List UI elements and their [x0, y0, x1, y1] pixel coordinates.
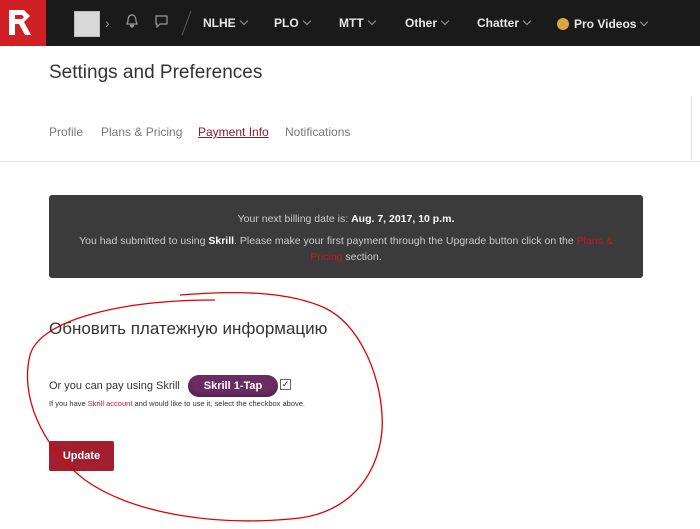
tab-plans-pricing[interactable]: Plans & Pricing [101, 125, 182, 139]
skrill-account-link[interactable]: Skrill account [88, 399, 133, 408]
chevron-down-icon [239, 16, 248, 26]
billing-date-value: Aug. 7, 2017, 10 p.m. [351, 213, 455, 225]
nav-item-pro-videos[interactable]: Pro Videos [557, 16, 649, 31]
billing-date-label: Your next billing date is: [237, 213, 349, 225]
skrill-checkbox[interactable]: ✓ [280, 379, 291, 390]
nav-item-plo[interactable]: PLO [274, 16, 311, 30]
payment-method: Skrill [208, 235, 235, 247]
nav-divider [181, 10, 192, 36]
billing-date-line: Your next billing date is: Aug. 7, 2017,… [49, 213, 643, 225]
update-payment-title: Обновить платежную информацию [49, 319, 328, 338]
billing-notice: Your next billing date is: Aug. 7, 2017,… [49, 195, 643, 278]
tab-profile[interactable]: Profile [49, 125, 83, 139]
page-title: Settings and Preferences [49, 62, 263, 83]
chevron-down-icon [302, 16, 311, 26]
chevron-down-icon [440, 16, 450, 26]
tab-payment-info[interactable]: Payment Info [198, 125, 269, 139]
hint-prefix: If you have [49, 399, 86, 408]
nav-item-chatter[interactable]: Chatter [477, 16, 532, 30]
skrill-1-tap-button[interactable]: Skrill 1-Tap [188, 375, 278, 397]
hint-suffix: and would like to use it, select the che… [134, 399, 306, 408]
method-text: . Please make your first payment through… [234, 235, 574, 247]
logo-icon[interactable] [0, 0, 46, 46]
tab-notifications[interactable]: Notifications [285, 125, 350, 139]
bell-icon[interactable] [126, 14, 138, 32]
method-suffix: section. [345, 251, 382, 263]
update-button[interactable]: Update [49, 441, 114, 471]
nav-item-label: NLHE [203, 16, 236, 30]
chevron-down-icon [522, 16, 532, 26]
tabs-divider [0, 161, 700, 162]
avatar[interactable] [74, 11, 100, 37]
nav-item-other[interactable]: Other [405, 16, 450, 30]
skrill-pay-text: Or you can pay using Skrill [49, 380, 180, 392]
nav-item-label: Pro Videos [574, 17, 637, 31]
crown-icon [557, 18, 569, 30]
nav-item-label: MTT [339, 16, 364, 30]
chevron-down-icon [367, 16, 376, 26]
nav-item-label: Chatter [477, 16, 520, 30]
payment-method-line: You had submitted to using Skrill. Pleas… [69, 233, 623, 265]
scrollbar[interactable] [691, 96, 700, 160]
nav-item-mtt[interactable]: MTT [339, 16, 376, 30]
nav-item-label: Other [405, 16, 438, 30]
nav-item-label: PLO [274, 16, 299, 30]
chat-icon[interactable] [155, 14, 168, 32]
nav-item-nlhe[interactable]: NLHE [203, 16, 248, 30]
top-navigation-bar: › NLHE PLO MTT Other Chatter Pro Videos [0, 0, 700, 46]
chevron-right-icon[interactable]: › [105, 14, 110, 32]
chevron-down-icon [640, 17, 649, 27]
skrill-hint: If you have Skrill account and would lik… [49, 399, 305, 408]
method-prefix: You had submitted to using [79, 235, 206, 247]
